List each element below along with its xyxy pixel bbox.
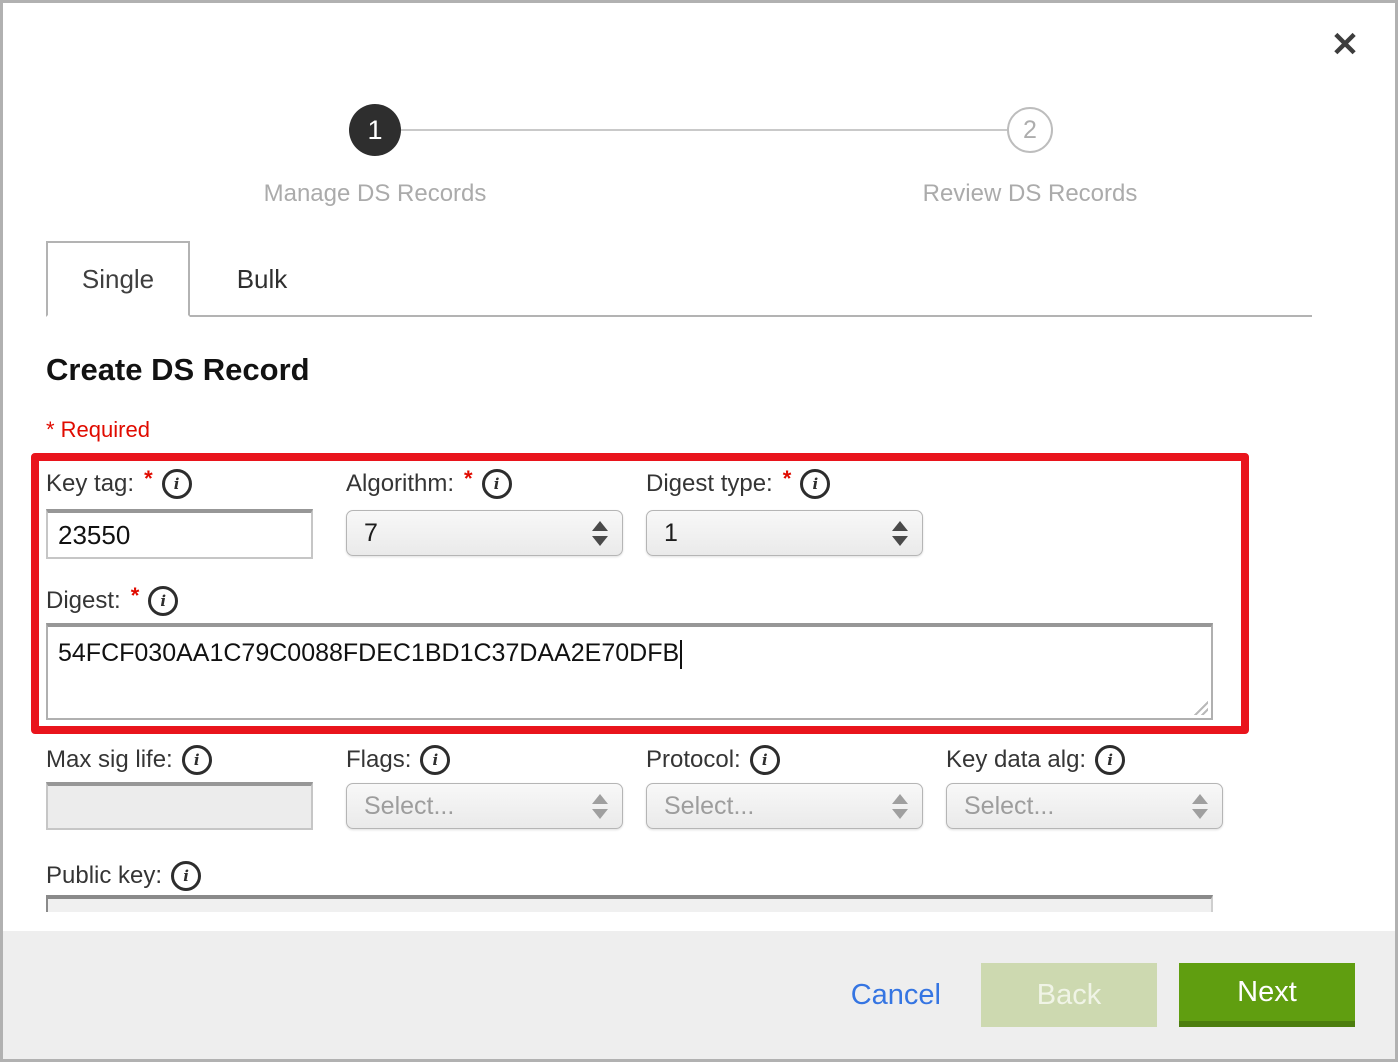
select-arrows-icon [892,521,908,546]
info-icon[interactable]: i [420,745,450,775]
public-key-label-text: Public key: [46,862,162,890]
key-data-alg-label: Key data alg: i [946,745,1125,775]
protocol-select-value: Select... [664,792,754,821]
create-ds-record-dialog: ✕ 1 2 Manage DS Records Review DS Record… [0,0,1398,1062]
required-asterisk: * [131,583,140,609]
select-arrows-icon [592,794,608,819]
tab-bar: Single Bulk [46,241,1312,317]
flags-select-value: Select... [364,792,454,821]
info-icon[interactable]: i [800,469,830,499]
algorithm-select[interactable]: 7 [346,510,623,556]
info-icon[interactable]: i [162,469,192,499]
info-icon[interactable]: i [1095,745,1125,775]
step-2-circle: 2 [1007,107,1053,153]
tab-single[interactable]: Single [46,241,190,317]
key-tag-label-text: Key tag: [46,470,134,498]
digest-textarea[interactable]: 54FCF030AA1C79C0088FDEC1BD1C37DAA2E70DFB [46,623,1213,720]
key-data-alg-label-text: Key data alg: [946,746,1086,774]
required-asterisk: * [783,466,792,492]
select-arrows-icon [1192,794,1208,819]
info-icon[interactable]: i [482,469,512,499]
required-asterisk: * [464,466,473,492]
step-1-circle: 1 [349,104,401,156]
info-icon[interactable]: i [750,745,780,775]
digest-label-text: Digest: [46,587,121,615]
flags-label: Flags: i [346,745,450,775]
stepper-connector-line [375,129,1030,131]
protocol-label: Protocol: i [646,745,780,775]
step-2-label: Review DS Records [850,180,1210,208]
select-arrows-icon [892,794,908,819]
required-note: * Required [46,417,150,443]
algorithm-label-text: Algorithm: [346,470,454,498]
info-icon[interactable]: i [182,745,212,775]
algorithm-select-value: 7 [364,519,378,548]
public-key-label: Public key: i [46,861,201,891]
max-sig-life-input[interactable] [46,782,313,830]
info-icon[interactable]: i [148,586,178,616]
flags-label-text: Flags: [346,746,411,774]
next-button[interactable]: Next [1179,963,1355,1027]
back-button[interactable]: Back [981,963,1157,1027]
required-asterisk: * [144,466,153,492]
algorithm-label: Algorithm: * i [346,469,512,499]
max-sig-life-label: Max sig life: i [46,745,212,775]
key-data-alg-select[interactable]: Select... [946,783,1223,829]
max-sig-life-label-text: Max sig life: [46,746,173,774]
key-data-alg-select-value: Select... [964,792,1054,821]
flags-select[interactable]: Select... [346,783,623,829]
protocol-select[interactable]: Select... [646,783,923,829]
cancel-link[interactable]: Cancel [851,979,941,1012]
select-arrows-icon [592,521,608,546]
digest-type-select-value: 1 [664,519,678,548]
key-tag-label: Key tag: * i [46,469,192,499]
key-tag-input[interactable] [46,509,313,559]
page-title: Create DS Record [46,352,310,388]
digest-type-label: Digest type: * i [646,469,830,499]
step-1-label: Manage DS Records [195,180,555,208]
digest-type-label-text: Digest type: [646,470,773,498]
tab-bulk[interactable]: Bulk [192,243,332,315]
digest-value: 54FCF030AA1C79C0088FDEC1BD1C37DAA2E70DFB [58,639,679,667]
resize-handle-icon[interactable] [1191,698,1208,715]
digest-label: Digest: * i [46,586,178,616]
text-cursor [680,640,682,669]
public-key-textarea[interactable] [46,895,1213,912]
digest-type-select[interactable]: 1 [646,510,923,556]
info-icon[interactable]: i [171,861,201,891]
protocol-label-text: Protocol: [646,746,741,774]
dialog-footer: Cancel Back Next [3,931,1395,1059]
close-icon[interactable]: ✕ [1325,25,1365,65]
